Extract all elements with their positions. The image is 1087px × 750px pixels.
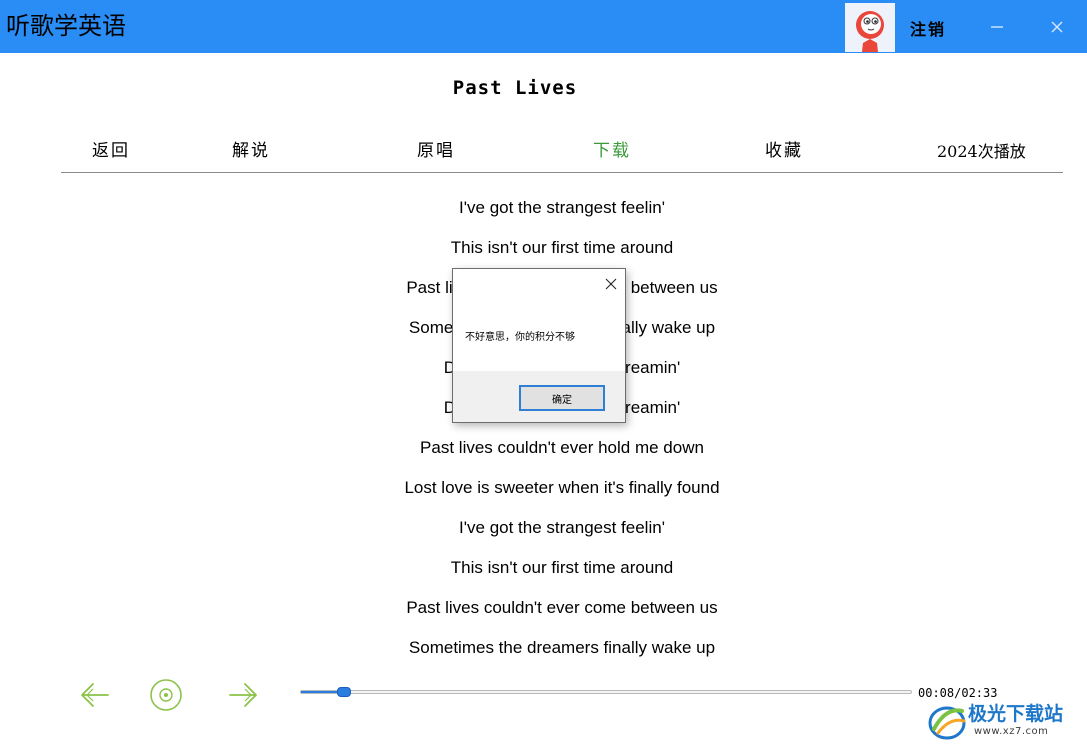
nav-divider [61, 172, 1063, 173]
aurora-logo-icon [928, 706, 966, 740]
lyric-line: Past lives couldn't ever come between us [406, 598, 718, 617]
close-window-button[interactable] [1040, 10, 1074, 44]
lyric-line: I've got the strangest feelin' [459, 518, 665, 537]
minimize-icon [991, 26, 1003, 28]
ok-button[interactable]: 确定 [519, 385, 605, 411]
dialog-footer: 确定 [453, 371, 625, 422]
play-button[interactable] [148, 677, 184, 713]
close-icon [1051, 21, 1063, 33]
watermark-url: www.xz7.com [974, 726, 1049, 737]
download-button[interactable]: 下载 [593, 136, 631, 161]
favorite-button[interactable]: 收藏 [765, 136, 803, 161]
logout-button[interactable]: 注销 [910, 16, 946, 40]
original-button[interactable]: 原唱 [417, 136, 455, 161]
arrow-right-icon [229, 683, 257, 707]
lyric-line: Lost love is sweeter when it's finally f… [404, 478, 720, 497]
back-button[interactable]: 返回 [92, 136, 130, 161]
app-title: 听歌学英语 [6, 12, 126, 40]
lyric-line: Past lives couldn't ever hold me down [420, 438, 704, 457]
dialog-close-button[interactable] [603, 276, 619, 292]
watermark: 极光下载站 www.xz7.com [926, 697, 1082, 745]
dialog-message: 不好意思，你的积分不够 [465, 332, 575, 343]
message-dialog: 不好意思，你的积分不够 确定 [452, 268, 626, 423]
play-count: 2024次播放 [937, 142, 1026, 161]
previous-button[interactable] [77, 677, 113, 713]
progress-thumb[interactable] [336, 687, 351, 697]
song-title: Past Lives [452, 77, 578, 99]
arrow-left-icon [81, 683, 109, 707]
title-bar: 听歌学英语 注销 [0, 0, 1087, 53]
play-circle-icon [150, 679, 182, 711]
avatar[interactable] [845, 3, 895, 52]
lyric-line: This isn't our first time around [450, 558, 674, 577]
avatar-mascot-icon [845, 3, 895, 52]
lyric-line: Sometimes the dreamers finally wake up [408, 638, 716, 657]
next-button[interactable] [225, 677, 261, 713]
explain-button[interactable]: 解说 [232, 136, 270, 161]
watermark-brand: 极光下载站 [968, 703, 1064, 725]
minimize-button[interactable] [980, 10, 1014, 44]
lyric-line: I've got the strangest feelin' [459, 198, 665, 217]
progress-slider[interactable] [300, 687, 912, 697]
close-icon [605, 278, 617, 290]
